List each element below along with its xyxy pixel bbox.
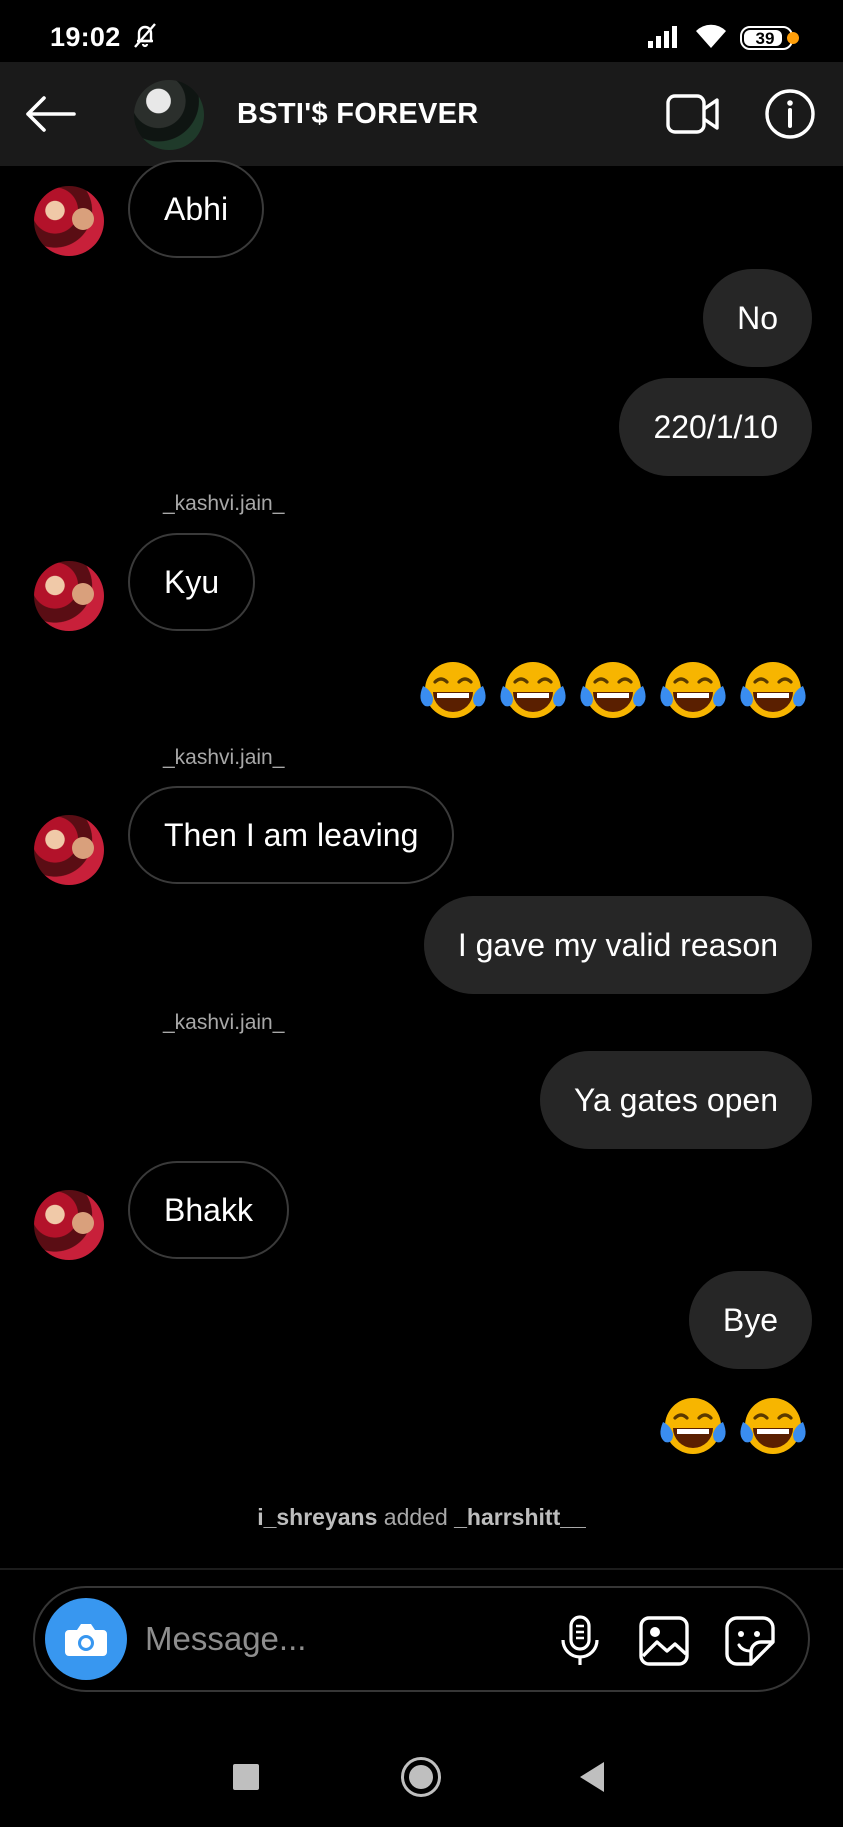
tears-of-joy-icon [657,656,729,728]
system-nav-bar [0,1700,843,1827]
emoji-message[interactable] [417,656,809,728]
tears-of-joy-icon [737,1392,809,1464]
message-thread: Abhi No 220/1/10 _kashvi.jain_ Kyu _kash… [0,160,843,1566]
incoming-message[interactable]: Then I am leaving [128,786,455,884]
tears-of-joy-icon [577,656,649,728]
system-note-actor[interactable]: i_shreyans [257,1504,377,1530]
system-note: i_shreyans added _harrshitt__ [0,1504,843,1531]
group-avatar[interactable] [134,80,204,150]
system-note-action: added [377,1504,455,1530]
avatar[interactable] [34,815,104,885]
message-input[interactable] [145,1610,445,1668]
incoming-message[interactable]: Abhi [128,160,265,258]
group-title[interactable]: BSTI'$ FOREVER [237,98,479,131]
tears-of-joy-icon [737,656,809,728]
microphone-icon[interactable] [555,1614,605,1668]
tears-of-joy-icon [417,656,489,728]
info-icon[interactable] [764,88,816,140]
status-time: 19:02 [50,22,121,52]
avatar[interactable] [34,1190,104,1260]
outgoing-message[interactable]: 220/1/10 [619,378,812,476]
outgoing-message[interactable]: Bye [688,1271,812,1369]
outgoing-message[interactable]: I gave my valid reason [423,896,812,994]
home-button[interactable] [401,1757,441,1797]
sender-name: _kashvi.jain_ [163,746,285,769]
back-arrow-icon[interactable] [22,90,78,138]
battery-icon: 39 [740,26,799,50]
battery-level: 39 [755,29,775,48]
video-call-icon[interactable] [665,92,721,136]
incoming-message[interactable]: Kyu [128,533,256,631]
status-bar: 19:02 39 [0,0,843,62]
system-note-target[interactable]: _harrshitt__ [454,1504,586,1530]
tears-of-joy-icon [497,656,569,728]
muted-bell-icon [134,23,156,48]
sender-name: _kashvi.jain_ [163,1011,285,1034]
sticker-icon[interactable] [723,1614,777,1668]
recents-button[interactable] [233,1764,259,1790]
avatar[interactable] [34,561,104,631]
message-composer [33,1586,810,1692]
wifi-icon [696,24,726,48]
gallery-icon[interactable] [637,1614,691,1668]
tears-of-joy-icon [657,1392,729,1464]
chat-header: BSTI'$ FOREVER [0,62,843,166]
signal-icon [648,26,677,48]
outgoing-message[interactable]: Ya gates open [539,1051,812,1149]
system-back-button[interactable] [580,1762,604,1792]
camera-icon [65,1624,107,1656]
camera-button[interactable] [45,1598,127,1680]
sender-name: _kashvi.jain_ [163,492,285,515]
divider [0,1568,843,1570]
avatar[interactable] [34,186,104,256]
incoming-message[interactable]: Bhakk [128,1161,289,1259]
emoji-message[interactable] [657,1392,809,1464]
outgoing-message[interactable]: No [703,269,812,367]
